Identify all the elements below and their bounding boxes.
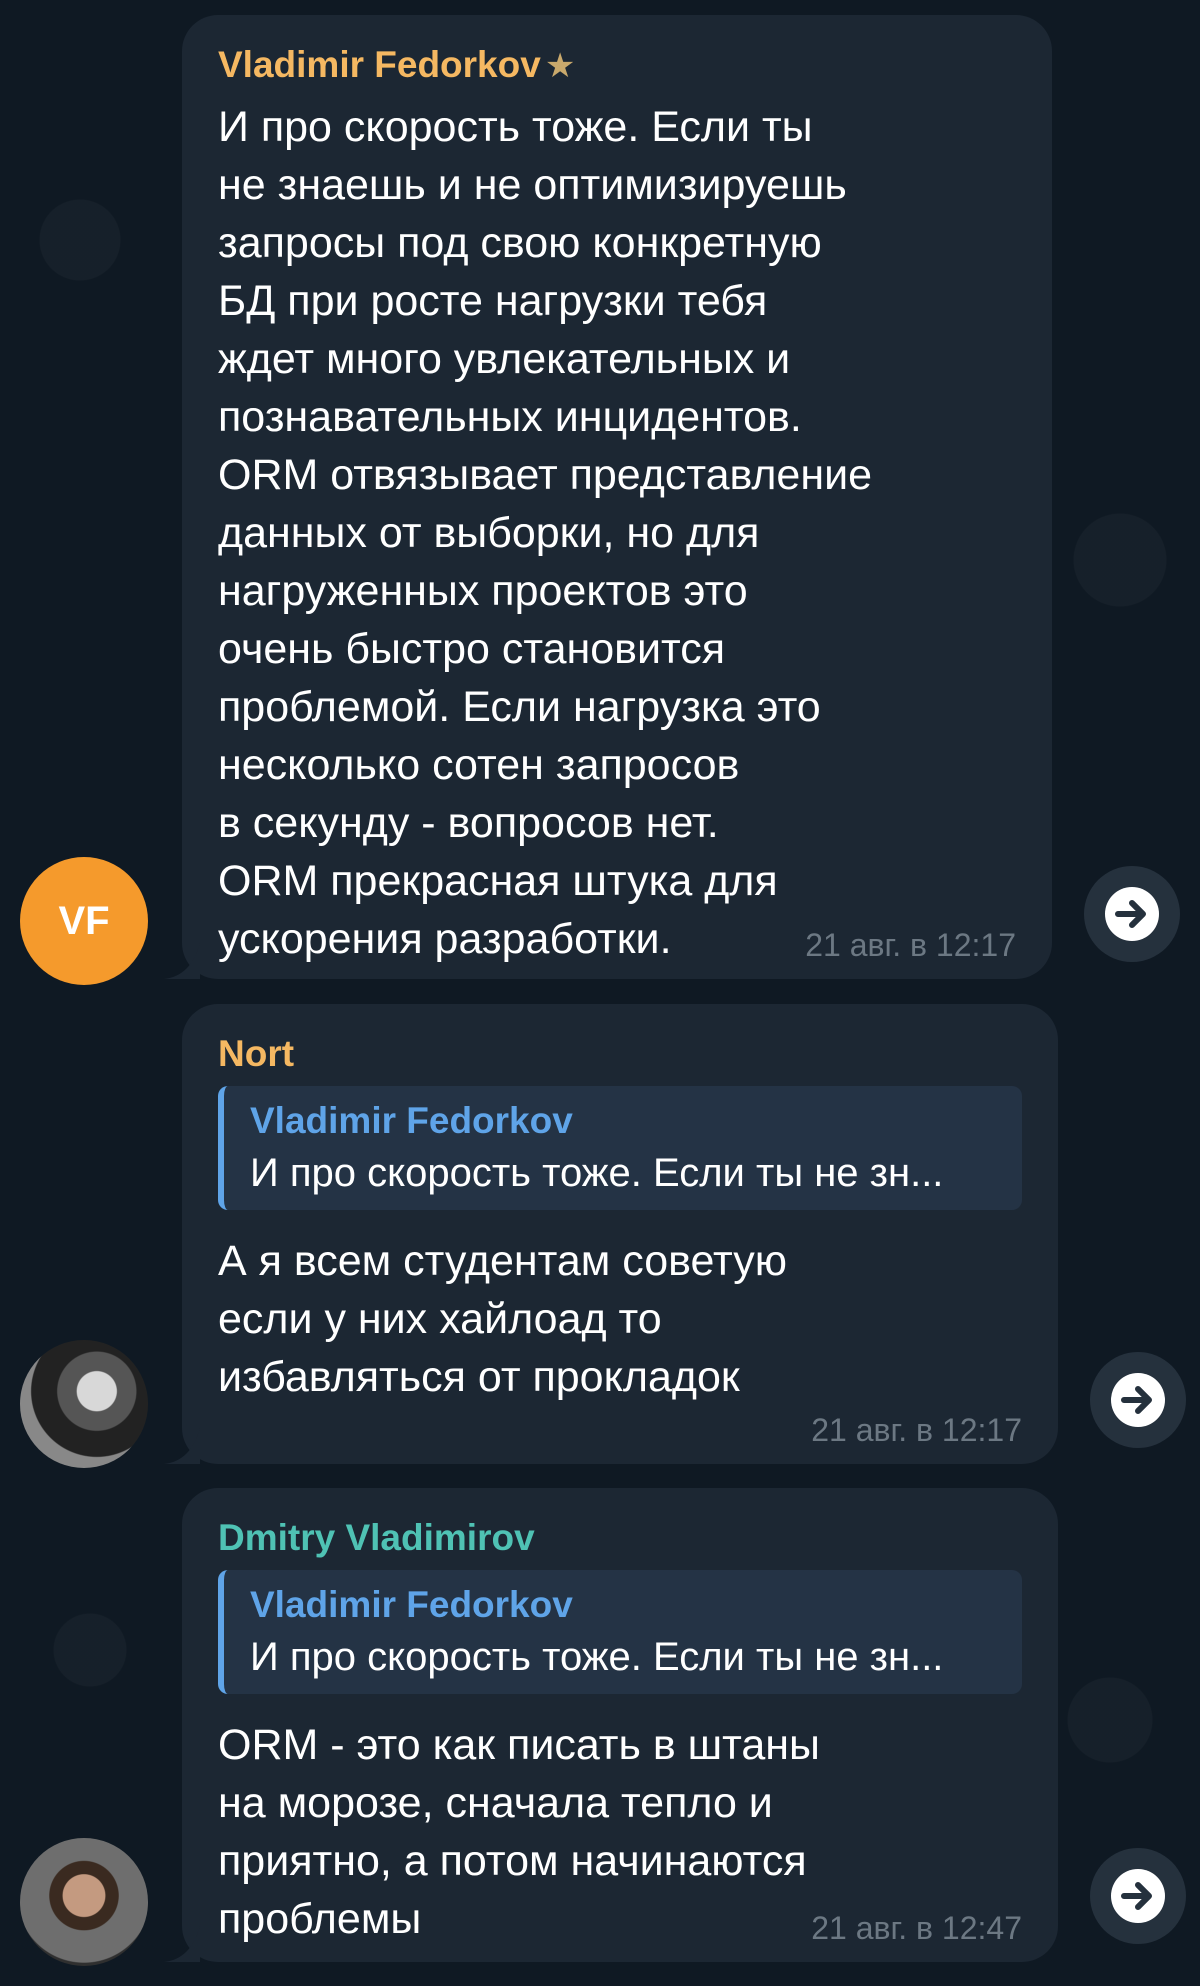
- reply-author: Vladimir Fedorkov: [250, 1100, 573, 1141]
- star-icon: ★: [544, 47, 576, 85]
- avatar[interactable]: [20, 1340, 148, 1468]
- reply-quote[interactable]: Vladimir Fedorkov И про скорость тоже. Е…: [218, 1570, 1022, 1694]
- share-arrow-icon: [1111, 1373, 1165, 1427]
- message-author[interactable]: Nort: [218, 1032, 1022, 1076]
- share-button[interactable]: [1090, 1848, 1186, 1944]
- message-text: И про скорость тоже. Если ты не знаешь и…: [218, 103, 873, 963]
- share-arrow-icon: [1111, 1869, 1165, 1923]
- message-time: 21 авг. в 12:17: [811, 1412, 1022, 1448]
- reply-text: И про скорость тоже. Если ты не зн...: [250, 1151, 944, 1195]
- message-bubble[interactable]: Dmitry Vladimirov Vladimir Fedorkov И пр…: [182, 1488, 1058, 1962]
- message-author[interactable]: Vladimir Fedorkov ★: [218, 43, 1016, 88]
- reply-quote[interactable]: Vladimir Fedorkov И про скорость тоже. Е…: [218, 1086, 1022, 1210]
- author-name[interactable]: Nort: [218, 1033, 294, 1074]
- avatar[interactable]: VF: [20, 857, 148, 985]
- avatar-initials: VF: [58, 898, 110, 943]
- share-button[interactable]: [1084, 866, 1180, 962]
- reply-text: И про скорость тоже. Если ты не зн...: [250, 1635, 944, 1679]
- message-bubble[interactable]: Nort Vladimir Fedorkov И про скорость то…: [182, 1004, 1058, 1464]
- message-author[interactable]: Dmitry Vladimirov: [218, 1516, 1022, 1560]
- reply-author: Vladimir Fedorkov: [250, 1584, 573, 1625]
- author-name[interactable]: Dmitry Vladimirov: [218, 1517, 535, 1558]
- share-arrow-icon: [1105, 887, 1159, 941]
- share-button[interactable]: [1090, 1352, 1186, 1448]
- message-text: А я всем студентам советую если у них ха…: [218, 1237, 787, 1401]
- message-time: 21 авг. в 12:47: [811, 1910, 1022, 1946]
- avatar[interactable]: [20, 1838, 148, 1966]
- message-time: 21 авг. в 12:17: [805, 927, 1016, 963]
- message-bubble[interactable]: Vladimir Fedorkov ★ И про скорость тоже. …: [182, 15, 1052, 979]
- author-name[interactable]: Vladimir Fedorkov: [218, 44, 541, 85]
